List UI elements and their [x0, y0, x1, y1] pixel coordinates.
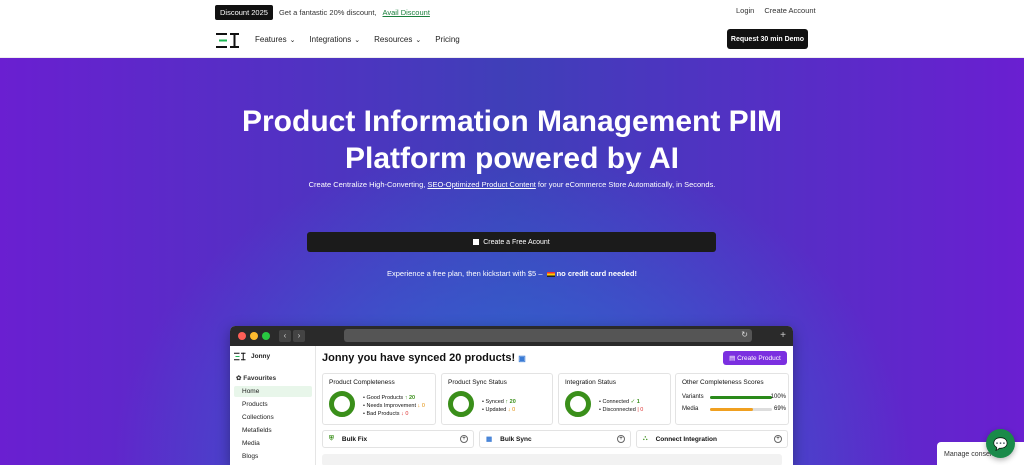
app-main: Jonny you have synced 20 products! ▣ ▤ C…: [320, 346, 793, 465]
completeness-donut: [329, 391, 355, 417]
hero-title-line2: Platform powered by AI: [345, 142, 679, 175]
product-completeness-card: Product Completeness • Good Products ↑ 2…: [322, 373, 436, 425]
connect-integration-action[interactable]: ⛬ Connect Integration +: [636, 430, 788, 448]
sidebar-item-collections[interactable]: Collections: [234, 412, 312, 423]
variants-score: Variants 100%: [682, 394, 786, 400]
seo-link[interactable]: SEO-Optimized Product Content: [427, 180, 535, 189]
nav-resources[interactable]: Resources ⌄: [374, 35, 421, 44]
integration-status-card: Integration Status • Connected ✓ 1 • Dis…: [558, 373, 671, 425]
video-icon: ▣: [518, 354, 526, 363]
bulk-fix-action[interactable]: ⛨ Bulk Fix +: [322, 430, 474, 448]
sidebar-item-home[interactable]: Home: [234, 386, 312, 397]
sidebar-item-products[interactable]: Products: [234, 399, 312, 410]
logo-icon[interactable]: [216, 32, 240, 49]
minimize-dot-icon: [250, 332, 258, 340]
shield-icon: ⛨: [329, 435, 334, 442]
hero-subtitle: Create Centralize High-Converting, SEO-O…: [308, 180, 716, 189]
chevron-down-icon: ⌄: [415, 37, 422, 44]
sync-icon: ▦: [486, 436, 493, 443]
add-icon: +: [774, 435, 782, 443]
integration-donut: [565, 391, 591, 417]
card-title: Other Completeness Scores: [682, 379, 764, 386]
completeness-scores-card: Other Completeness Scores Variants 100% …: [675, 373, 789, 425]
add-icon: +: [460, 435, 468, 443]
nav-pricing[interactable]: Pricing: [435, 35, 459, 44]
favourites-heading: ✿ Favourites: [236, 375, 277, 382]
square-icon: [473, 239, 480, 245]
create-free-account-button[interactable]: Create a Free Acount: [307, 232, 716, 252]
address-bar: [344, 329, 752, 342]
completeness-legend: • Good Products ↑ 20 • Needs Improvement…: [363, 395, 425, 417]
promo-bar: Discount 2025 Get a fantastic 20% discou…: [215, 5, 430, 20]
chevron-down-icon: ⌄: [354, 37, 361, 44]
create-product-button[interactable]: ▤ Create Product: [723, 351, 787, 365]
sidebar-item-blogs[interactable]: Blogs: [234, 451, 312, 462]
product-filter-bar: [322, 454, 782, 465]
refresh-icon: ↻: [741, 330, 748, 339]
request-demo-button[interactable]: Request 30 min Demo: [727, 29, 808, 49]
media-progress: [710, 408, 753, 411]
product-sync-card: Product Sync Status • Synced ↑ 20 • Upda…: [441, 373, 553, 425]
logo-icon: [234, 352, 246, 361]
integration-legend: • Connected ✓ 1 • Disconnected | 0: [599, 399, 644, 413]
card-title: Product Completeness: [329, 379, 395, 386]
bulk-sync-action[interactable]: ▦ Bulk Sync +: [479, 430, 631, 448]
forward-icon: ›: [293, 330, 305, 342]
sync-title: Jonny you have synced 20 products! ▣: [322, 352, 526, 364]
app-sidebar: Jonny ✿ Favourites Home Products Collect…: [230, 346, 316, 465]
nav-menu: Features ⌄ Integrations ⌄ Resources ⌄ Prici…: [255, 35, 460, 44]
chat-icon[interactable]: 💬: [986, 429, 1015, 458]
nav-integrations[interactable]: Integrations ⌄: [309, 35, 360, 44]
browser-chrome: ‹ › ↻ +: [230, 326, 793, 346]
login-link[interactable]: Login: [736, 6, 754, 15]
promo-text: Get a fantastic 20% discount,: [278, 8, 377, 17]
card-icon: [546, 271, 555, 277]
avail-discount-link[interactable]: Avail Discount: [383, 8, 430, 17]
main-nav: Features ⌄ Integrations ⌄ Resources ⌄ Prici…: [0, 24, 1024, 58]
chevron-down-icon: ⌄: [289, 37, 296, 44]
back-icon: ‹: [279, 330, 291, 342]
discount-badge: Discount 2025: [215, 5, 273, 20]
hero-section: Product Information Management PIM Platf…: [0, 58, 1024, 465]
card-title: Product Sync Status: [448, 379, 507, 386]
sync-donut: [448, 391, 474, 417]
integration-icon: ⛬: [643, 435, 648, 442]
sidebar-item-metafields[interactable]: Metafields: [234, 425, 312, 436]
sync-legend: • Synced ↑ 20 • Updated ↓ 0: [482, 399, 516, 413]
create-account-link[interactable]: Create Account: [764, 6, 815, 15]
variants-progress: [710, 396, 772, 399]
top-bar: Discount 2025 Get a fantastic 20% discou…: [0, 0, 1024, 24]
close-dot-icon: [238, 332, 246, 340]
new-tab-icon: +: [780, 330, 786, 341]
user-name: Jonny: [251, 353, 271, 360]
nav-features[interactable]: Features ⌄: [255, 35, 295, 44]
hero-title-line1: Product Information Management PIM: [241, 105, 783, 138]
app-preview: ‹ › ↻ + Jonny ✿ Favourites Home Products…: [230, 326, 793, 465]
add-icon: +: [617, 435, 625, 443]
account-links: Login Create Account: [736, 6, 816, 15]
app-brand: Jonny: [234, 352, 270, 361]
maximize-dot-icon: [262, 332, 270, 340]
media-score: Media 69%: [682, 406, 786, 412]
free-plan-note: Experience a free plan, then kickstart w…: [386, 269, 638, 278]
sidebar-item-media[interactable]: Media: [234, 438, 312, 449]
card-title: Integration Status: [565, 379, 616, 386]
